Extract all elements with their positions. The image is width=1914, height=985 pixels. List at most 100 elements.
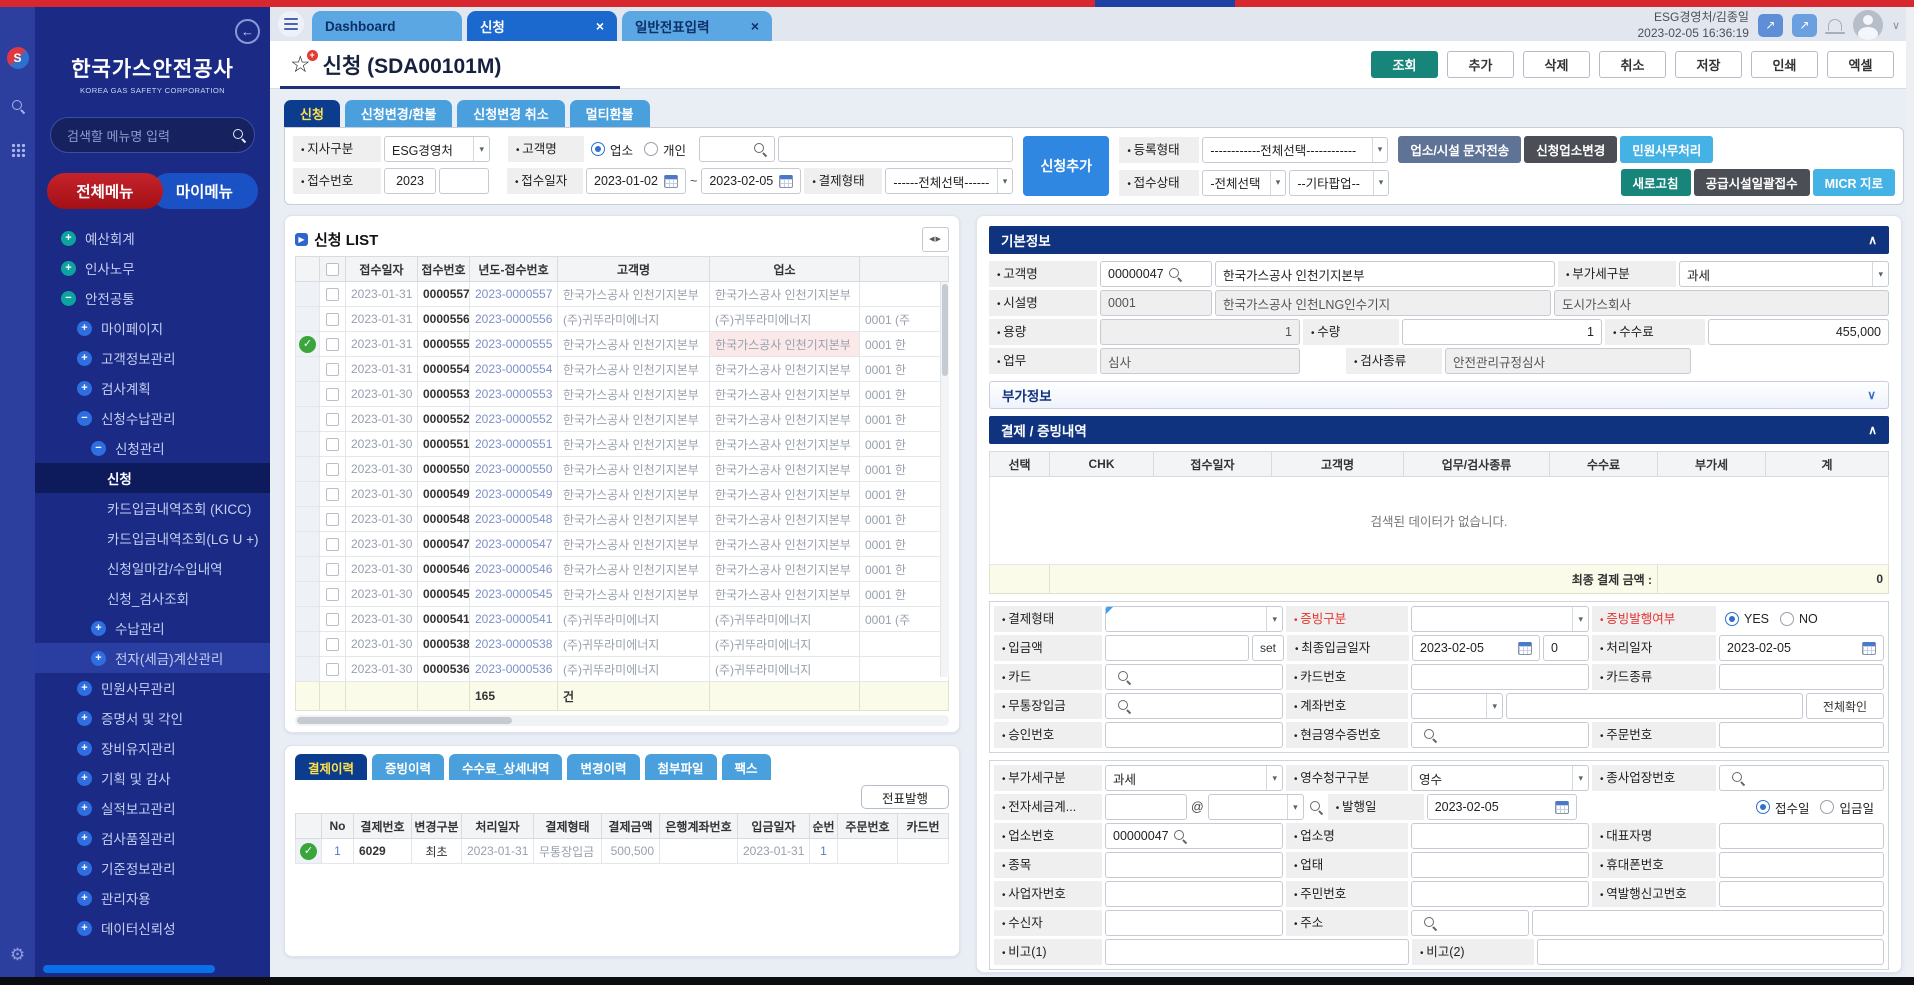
reg-type-select[interactable]: ------------전체선택------------▾ <box>1202 137 1388 163</box>
inspection-type-input[interactable]: 안전관리규정심사 <box>1445 348 1691 374</box>
row-checkbox[interactable] <box>326 463 339 476</box>
basic-info-header[interactable]: 기본정보∧ <box>989 226 1889 254</box>
sidebar-item[interactable]: −신청관리 <box>35 433 270 463</box>
history-tab[interactable]: 증빙이력 <box>372 754 444 780</box>
sidebar-item[interactable]: +기획 및 감사 <box>35 763 270 793</box>
search-icon[interactable] <box>1173 829 1187 843</box>
biz-type-input[interactable] <box>1411 852 1589 878</box>
vat-select[interactable]: 과세▾ <box>1679 261 1889 287</box>
table-row[interactable]: 2023-01-3000005512023-0000551한국가스공사 인천기지… <box>296 432 949 457</box>
check-all-button[interactable]: 전체확인 <box>1806 693 1884 719</box>
fee-input[interactable]: 455,000 <box>1708 319 1889 345</box>
table-row[interactable]: 2023-01-3000005452023-0000545한국가스공사 인천기지… <box>296 582 949 607</box>
search-icon[interactable] <box>1309 800 1323 814</box>
address-input[interactable] <box>1532 910 1884 936</box>
calendar-icon[interactable] <box>1862 642 1876 655</box>
search-icon[interactable] <box>1117 670 1131 684</box>
row-checkbox[interactable] <box>326 338 339 351</box>
sidebar-item[interactable]: 신청일마감/수입내역 <box>35 553 270 583</box>
tab-close-icon[interactable]: × <box>751 18 759 34</box>
row-checkbox[interactable] <box>326 313 339 326</box>
calendar-icon[interactable] <box>1555 801 1569 814</box>
btn-add[interactable]: 추가 <box>1447 51 1514 78</box>
sidebar-item[interactable]: +장비유지관리 <box>35 733 270 763</box>
list-horizontal-scrollbar[interactable] <box>295 715 949 726</box>
calendar-icon[interactable] <box>779 175 793 188</box>
sidebar-item[interactable]: +데이터신뢰성 <box>35 913 270 943</box>
sidebar-item[interactable]: 신청_검사조회 <box>35 583 270 613</box>
row-checkbox[interactable] <box>326 413 339 426</box>
slip-issue-button[interactable]: 전표발행 <box>861 785 949 809</box>
sub-biz-input[interactable] <box>1719 765 1884 791</box>
qty-input[interactable]: 1 <box>1402 319 1602 345</box>
last-deposit-extra-input[interactable]: 0 <box>1543 635 1589 661</box>
plus-icon[interactable]: + <box>91 651 106 666</box>
row-checkbox[interactable] <box>326 588 339 601</box>
address-code-input[interactable] <box>1411 910 1529 936</box>
sidebar-item[interactable]: +관리자용 <box>35 883 270 913</box>
minus-icon[interactable]: − <box>91 441 106 456</box>
calendar-icon[interactable] <box>664 175 678 188</box>
table-row[interactable]: 2023-01-3000005382023-0000538(주)귀뚜라미에너지(… <box>296 632 949 657</box>
add-application-button[interactable]: 신청추가 <box>1023 136 1109 196</box>
row-checkbox[interactable] <box>326 388 339 401</box>
reverse-issue-input[interactable] <box>1719 881 1884 907</box>
plus-icon[interactable]: + <box>77 741 92 756</box>
chevron-down-icon[interactable]: ∨ <box>1892 19 1900 32</box>
minus-icon[interactable]: − <box>61 291 76 306</box>
radio-deposit-day[interactable] <box>1820 800 1834 814</box>
sidebar-item[interactable]: +전자(세금)계산관리 <box>35 643 270 673</box>
receipt-year-input[interactable]: 2023 <box>384 168 436 194</box>
pay-type-select[interactable]: ▾ <box>1105 606 1283 632</box>
table-row[interactable]: 2023-01-3100005542023-0000554한국가스공사 인천기지… <box>296 357 949 382</box>
favorite-star-icon[interactable]: ☆+ <box>290 53 311 76</box>
issue-date-input[interactable]: 2023-02-05 <box>1427 794 1577 820</box>
search-icon[interactable] <box>753 142 767 156</box>
row-checkbox[interactable] <box>326 638 339 651</box>
sms-send-button[interactable]: 업소/시설 문자전송 <box>1398 136 1521 163</box>
table-row[interactable]: 2023-01-3000005522023-0000552한국가스공사 인천기지… <box>296 407 949 432</box>
avatar[interactable] <box>1853 10 1883 40</box>
card-input[interactable] <box>1105 664 1283 690</box>
row-checkbox[interactable] <box>326 613 339 626</box>
subtab[interactable]: 신청 <box>284 100 340 127</box>
btn-delete[interactable]: 삭제 <box>1523 51 1590 78</box>
table-row[interactable]: 2023-01-3000005462023-0000546한국가스공사 인천기지… <box>296 557 949 582</box>
subtab[interactable]: 신청변경 취소 <box>457 100 564 127</box>
history-tab[interactable]: 첨부파일 <box>645 754 717 780</box>
table-row[interactable]: 2023-01-3000005502023-0000550한국가스공사 인천기지… <box>296 457 949 482</box>
card-kind-input[interactable] <box>1719 664 1884 690</box>
btn-cancel[interactable]: 취소 <box>1599 51 1666 78</box>
work-input[interactable]: 심사 <box>1100 348 1300 374</box>
plus-icon[interactable]: + <box>77 891 92 906</box>
menu-search-input[interactable]: 검색할 메뉴명 입력 <box>50 117 255 153</box>
copy-link-icon[interactable]: ↗ <box>1792 14 1817 37</box>
plus-icon[interactable]: + <box>61 231 76 246</box>
sidebar-item[interactable]: +민원사무관리 <box>35 673 270 703</box>
sidebar-scrollbar[interactable] <box>43 965 215 973</box>
sidebar-item[interactable]: +예산회계 <box>35 223 270 253</box>
payment-section-header[interactable]: 결제 / 증빙내역∧ <box>989 416 1889 444</box>
row-checkbox[interactable] <box>326 288 339 301</box>
biz-reg-no-input[interactable] <box>1105 881 1283 907</box>
row-checkbox[interactable] <box>326 663 339 676</box>
mobile-input[interactable] <box>1719 852 1884 878</box>
receipt-claim-select[interactable]: 영수▾ <box>1411 765 1589 791</box>
sidebar-item[interactable]: +고객정보관리 <box>35 343 270 373</box>
row-checkbox[interactable] <box>326 488 339 501</box>
plus-icon[interactable]: + <box>77 861 92 876</box>
sidebar-item[interactable]: 카드입금내역조회(LG U +) <box>35 523 270 553</box>
shop-name-input[interactable] <box>1411 823 1589 849</box>
table-row[interactable]: 2023-01-3000005362023-0000536(주)귀뚜라미에너지(… <box>296 657 949 682</box>
minwon-button[interactable]: 민원사무처리 <box>1620 136 1713 163</box>
row-checkbox[interactable] <box>326 513 339 526</box>
extra-info-header[interactable]: 부가정보∨ <box>989 381 1889 409</box>
sidebar-item[interactable]: +수납관리 <box>35 613 270 643</box>
list-vertical-scrollbar[interactable] <box>940 282 949 677</box>
hamburger-icon[interactable] <box>278 11 304 37</box>
plus-icon[interactable]: + <box>77 381 92 396</box>
sidebar-item[interactable]: −안전공통 <box>35 283 270 313</box>
branch-select[interactable]: ESG경영처▾ <box>384 136 490 162</box>
table-row[interactable]: 2023-01-3100005562023-0000556(주)귀뚜라미에너지(… <box>296 307 949 332</box>
row-checkbox[interactable] <box>326 363 339 376</box>
